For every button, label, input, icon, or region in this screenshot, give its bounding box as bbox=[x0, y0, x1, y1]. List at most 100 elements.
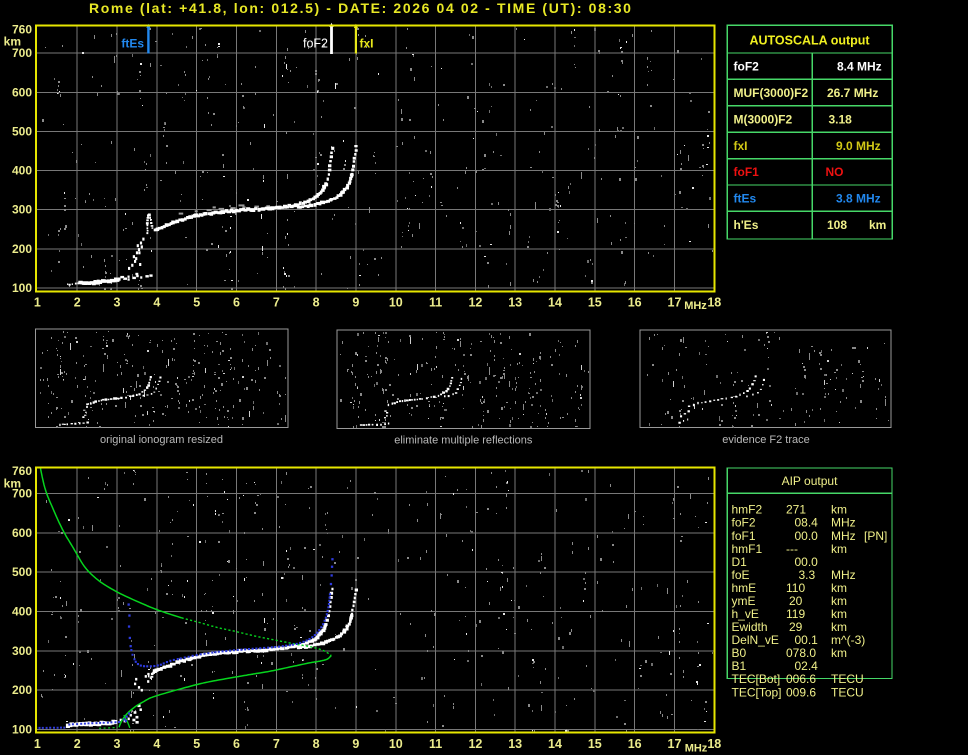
svg-text:7: 7 bbox=[273, 296, 280, 310]
svg-text:400: 400 bbox=[12, 164, 32, 178]
svg-text:108: 108 bbox=[827, 218, 847, 232]
svg-text:---: --- bbox=[786, 542, 798, 556]
svg-text:00.1: 00.1 bbox=[795, 633, 819, 647]
svg-text:2: 2 bbox=[74, 296, 81, 310]
svg-text:ftEs: ftEs bbox=[734, 192, 757, 206]
svg-text:4: 4 bbox=[153, 737, 160, 751]
svg-text:16: 16 bbox=[628, 296, 642, 310]
svg-text:14: 14 bbox=[548, 737, 562, 751]
svg-text:600: 600 bbox=[12, 526, 32, 540]
svg-text:MHz: MHz bbox=[831, 529, 856, 543]
svg-text:18: 18 bbox=[707, 737, 721, 751]
svg-text:400: 400 bbox=[12, 605, 32, 619]
svg-text:MUF(3000)F2: MUF(3000)F2 bbox=[734, 86, 809, 100]
svg-text:foE: foE bbox=[732, 568, 750, 582]
svg-text:700: 700 bbox=[12, 46, 32, 60]
svg-text:11: 11 bbox=[429, 737, 442, 751]
svg-text:AUTOSCALA output: AUTOSCALA output bbox=[749, 34, 870, 48]
svg-text:00.0: 00.0 bbox=[795, 555, 819, 569]
svg-text:D1: D1 bbox=[732, 555, 748, 569]
svg-text:02.4: 02.4 bbox=[795, 659, 819, 673]
svg-text:km: km bbox=[831, 542, 847, 556]
svg-text:17: 17 bbox=[668, 737, 682, 751]
svg-text:1: 1 bbox=[34, 296, 41, 310]
svg-text:Rome (lat: +41.8, lon: 012.5): Rome (lat: +41.8, lon: 012.5) - DATE: 20… bbox=[89, 0, 633, 16]
svg-text:9: 9 bbox=[352, 737, 359, 751]
svg-text:MHz: MHz bbox=[831, 516, 856, 530]
svg-text:ftEs: ftEs bbox=[121, 37, 144, 51]
svg-text:foF2: foF2 bbox=[303, 37, 328, 51]
svg-text:hmE: hmE bbox=[732, 581, 757, 595]
svg-text:20: 20 bbox=[789, 594, 803, 608]
svg-text:foF1: foF1 bbox=[732, 529, 756, 543]
svg-text:M(3000)F2: M(3000)F2 bbox=[734, 112, 793, 126]
svg-text:271: 271 bbox=[786, 503, 806, 517]
svg-text:TECU: TECU bbox=[831, 685, 864, 699]
svg-text:078.0: 078.0 bbox=[786, 646, 816, 660]
svg-text:12: 12 bbox=[468, 296, 482, 310]
svg-text:29: 29 bbox=[789, 620, 803, 634]
svg-text:fxI: fxI bbox=[360, 37, 374, 51]
svg-text:600: 600 bbox=[12, 85, 32, 99]
svg-text:3.3: 3.3 bbox=[799, 568, 816, 582]
svg-text:MHz: MHz bbox=[684, 300, 707, 312]
svg-text:15: 15 bbox=[588, 296, 602, 310]
svg-text:[PN]: [PN] bbox=[864, 529, 887, 543]
svg-text:006.6: 006.6 bbox=[786, 672, 816, 686]
svg-text:14: 14 bbox=[548, 296, 562, 310]
svg-text:foF1: foF1 bbox=[734, 165, 760, 179]
svg-text:3: 3 bbox=[114, 737, 121, 751]
svg-text:km: km bbox=[869, 218, 886, 232]
svg-text:hmF2: hmF2 bbox=[732, 503, 763, 517]
svg-text:300: 300 bbox=[12, 644, 32, 658]
svg-text:1: 1 bbox=[34, 737, 41, 751]
svg-text:eliminate multiple reflections: eliminate multiple reflections bbox=[394, 435, 533, 447]
svg-text:3.18: 3.18 bbox=[829, 112, 853, 126]
svg-text:MHz: MHz bbox=[831, 568, 856, 582]
svg-text:17: 17 bbox=[668, 296, 682, 310]
svg-text:200: 200 bbox=[12, 683, 32, 697]
svg-text:100: 100 bbox=[12, 723, 32, 737]
svg-text:evidence F2 trace: evidence F2 trace bbox=[722, 434, 809, 446]
svg-text:ymE: ymE bbox=[732, 594, 756, 608]
svg-text:11: 11 bbox=[429, 296, 442, 310]
svg-text:km: km bbox=[831, 646, 847, 660]
svg-text:9.0 MHz: 9.0 MHz bbox=[836, 139, 881, 153]
svg-text:12: 12 bbox=[468, 737, 482, 751]
svg-text:B0: B0 bbox=[732, 646, 747, 660]
svg-text:26.7 MHz: 26.7 MHz bbox=[827, 86, 878, 100]
svg-text:2: 2 bbox=[74, 737, 81, 751]
svg-text:08.4: 08.4 bbox=[795, 516, 819, 530]
svg-text:200: 200 bbox=[12, 242, 32, 256]
svg-text:500: 500 bbox=[12, 565, 32, 579]
svg-text:500: 500 bbox=[12, 124, 32, 138]
svg-text:300: 300 bbox=[12, 203, 32, 217]
svg-text:NO: NO bbox=[826, 165, 844, 179]
svg-text:TEC[Top]: TEC[Top] bbox=[732, 685, 782, 699]
svg-text:16: 16 bbox=[628, 737, 642, 751]
svg-text:foF2: foF2 bbox=[734, 60, 760, 74]
svg-text:15: 15 bbox=[588, 737, 602, 751]
svg-text:700: 700 bbox=[12, 487, 32, 501]
svg-text:h_vE: h_vE bbox=[732, 607, 759, 621]
svg-text:AIP output: AIP output bbox=[782, 474, 838, 488]
svg-text:km: km bbox=[831, 503, 847, 517]
svg-text:m^(-3): m^(-3) bbox=[831, 633, 865, 647]
svg-text:DelN_vE: DelN_vE bbox=[732, 633, 779, 647]
svg-text:3: 3 bbox=[114, 296, 121, 310]
svg-text:TEC[Bot]: TEC[Bot] bbox=[732, 672, 781, 686]
svg-text:8: 8 bbox=[313, 737, 320, 751]
svg-text:B1: B1 bbox=[732, 659, 747, 673]
svg-text:hmF1: hmF1 bbox=[732, 542, 763, 556]
svg-text:00.0: 00.0 bbox=[795, 529, 819, 543]
svg-text:Ewidth: Ewidth bbox=[732, 620, 768, 634]
svg-text:MHz: MHz bbox=[685, 743, 708, 755]
svg-text:18: 18 bbox=[707, 296, 721, 310]
svg-text:9: 9 bbox=[352, 296, 359, 310]
svg-text:4: 4 bbox=[153, 296, 160, 310]
svg-text:foF2: foF2 bbox=[732, 516, 756, 530]
svg-text:original ionogram resized: original ionogram resized bbox=[100, 434, 223, 446]
svg-text:10: 10 bbox=[389, 737, 403, 751]
svg-text:km: km bbox=[831, 594, 847, 608]
svg-text:009.6: 009.6 bbox=[786, 685, 816, 699]
